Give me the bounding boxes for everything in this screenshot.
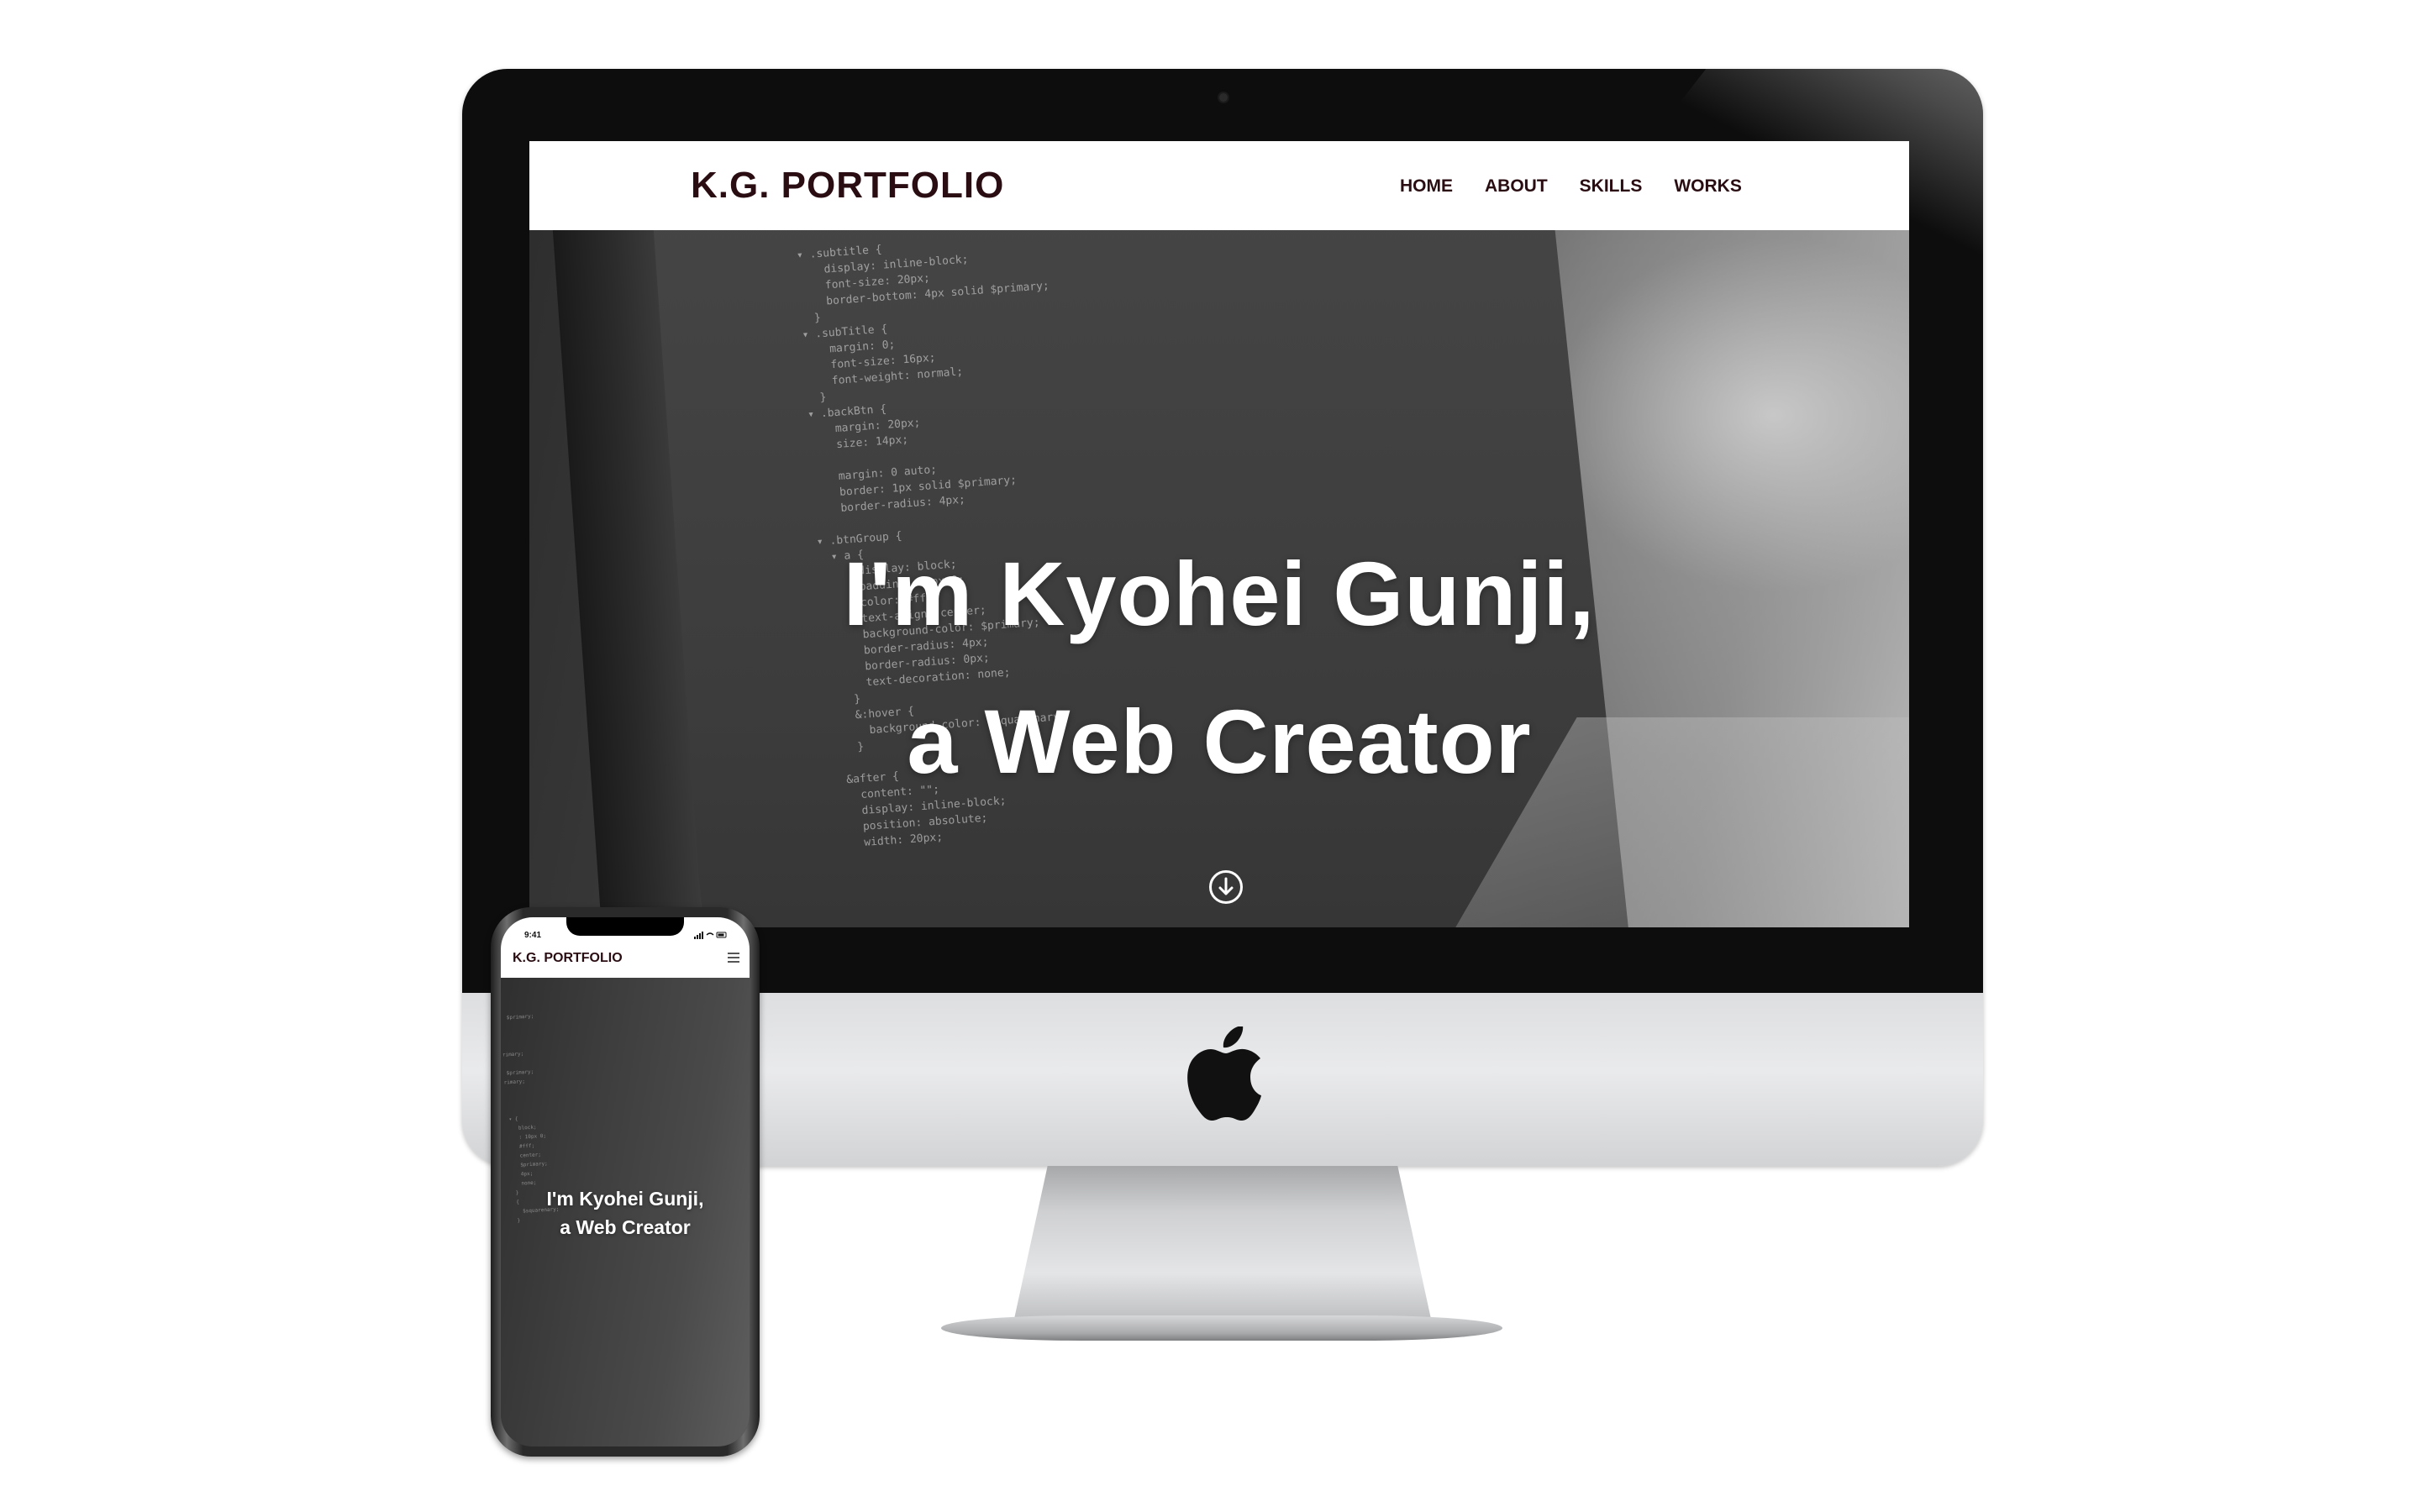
nav-skills-link[interactable]: SKILLS	[1580, 176, 1643, 197]
hero-section: ▾ .subtitle { display: inline-block; fon…	[529, 230, 1909, 927]
nav-home-link[interactable]: HOME	[1400, 176, 1453, 197]
site-header: K.G. PORTFOLIO HOME ABOUT SKILLS WORKS	[529, 141, 1909, 230]
status-bar-icons	[694, 931, 728, 941]
arrow-down-icon	[1218, 877, 1234, 895]
imac-stand	[1014, 1166, 1431, 1319]
mobile-site-logo[interactable]: K.G. PORTFOLIO	[513, 951, 623, 966]
main-nav: HOME ABOUT SKILLS WORKS	[1400, 176, 1774, 197]
camera-icon	[1219, 93, 1228, 102]
hero-title-line-2: a Web Creator	[907, 690, 1532, 792]
nav-works-link[interactable]: WORKS	[1674, 176, 1742, 197]
mobile-website-screen: 9:41 K.G. PORTFOLIO $primary; rimary; $p…	[501, 917, 750, 1446]
desktop-website-screen: K.G. PORTFOLIO HOME ABOUT SKILLS WORKS ▾…	[529, 141, 1909, 927]
device-mockup-stage: K.G. PORTFOLIO HOME ABOUT SKILLS WORKS ▾…	[0, 0, 2420, 1512]
mobile-hero-title-line-2: a Web Creator	[560, 1216, 691, 1238]
apple-logo-icon	[1187, 1026, 1261, 1121]
mobile-hero-title-line-1: I'm Kyohei Gunji,	[546, 1188, 704, 1210]
scroll-down-button[interactable]	[1209, 870, 1243, 904]
status-bar-time: 9:41	[524, 931, 542, 940]
hamburger-menu-icon[interactable]	[728, 953, 739, 963]
imac-stand-base	[941, 1315, 1502, 1341]
phone-notch	[566, 917, 684, 936]
site-logo[interactable]: K.G. PORTFOLIO	[691, 165, 1004, 207]
signal-icon	[694, 932, 727, 939]
nav-about-link[interactable]: ABOUT	[1485, 176, 1548, 197]
mobile-hero-section: $primary; rimary; $primary; rimary; ▾ { …	[501, 978, 750, 1446]
hero-title-line-1: I'm Kyohei Gunji,	[843, 543, 1596, 644]
